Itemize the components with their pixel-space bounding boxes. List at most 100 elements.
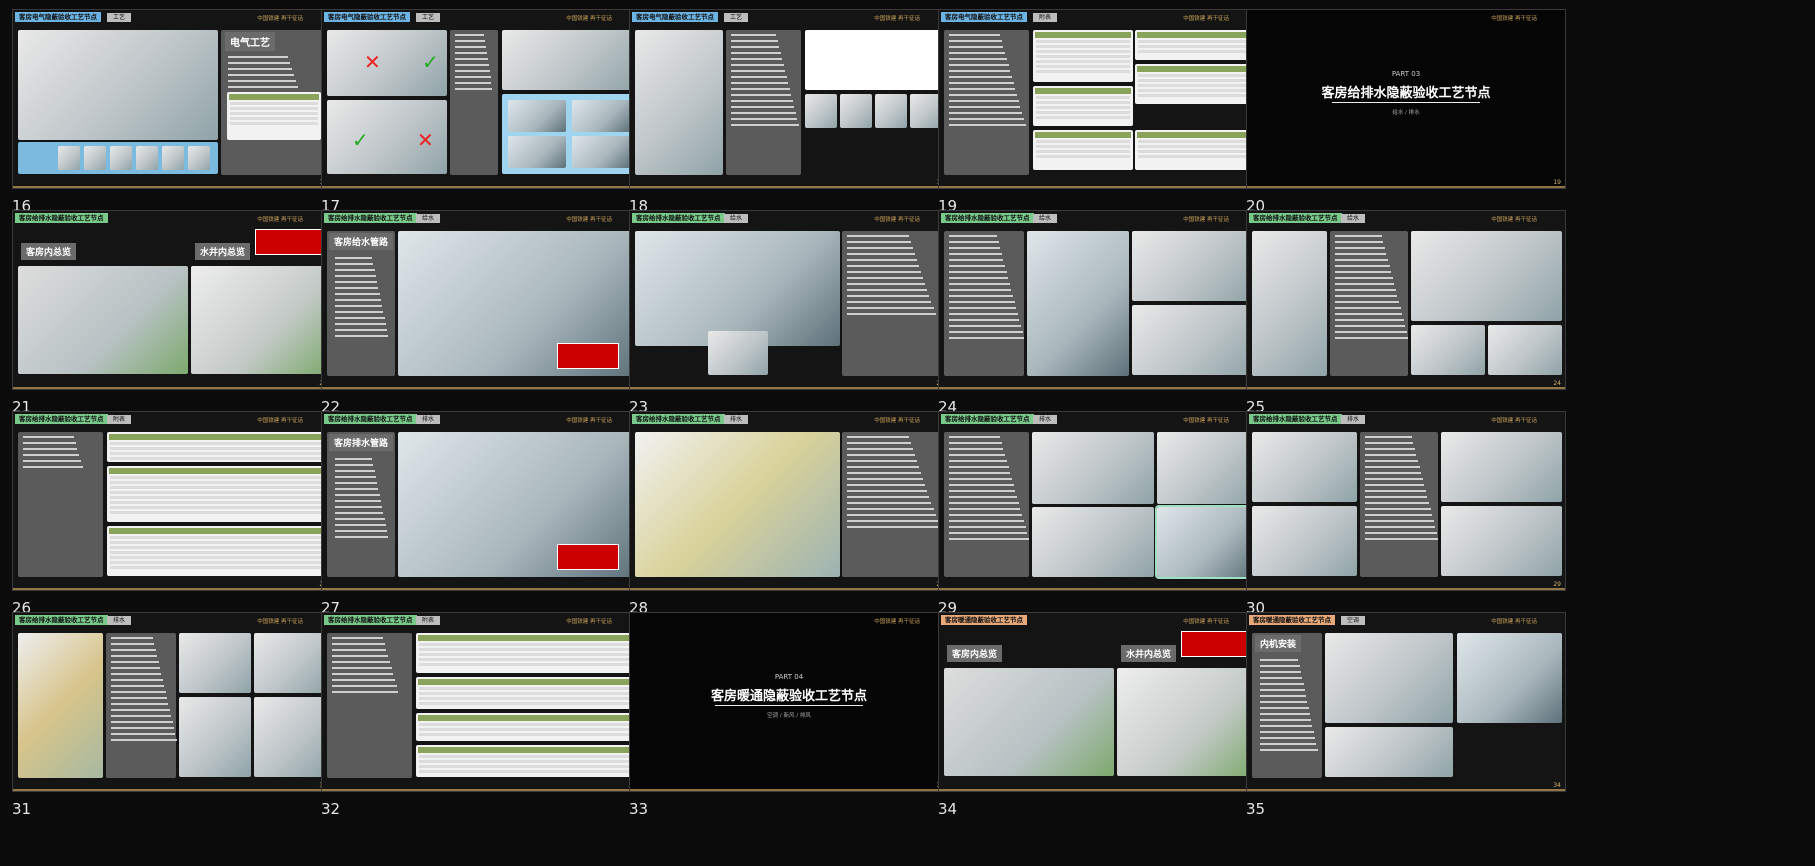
clip-thumb: [572, 100, 630, 132]
slide-thumbnail[interactable]: 客房给排水隐蔽验收工艺节点给水中国铁建 再干征话2324: [938, 210, 1260, 416]
description-panel: [842, 231, 945, 376]
slide-preview[interactable]: 中国铁建 再干征话 19 PART 03 客房给排水隐蔽验收工艺节点 给水 / 排水: [1246, 9, 1566, 189]
slide-thumbnail[interactable]: 中国铁建 再干征话 19 PART 03 客房给排水隐蔽验收工艺节点 给水 / 排水 20: [1246, 9, 1568, 215]
slide-thumbnail[interactable]: 客房电气隐蔽验收工艺节点工艺中国铁建 再干征话16✕✓✓✕17: [321, 9, 643, 215]
slide-thumbnail[interactable]: 客房电气隐蔽验收工艺节点工艺中国铁建 再干征话1718: [629, 9, 951, 215]
brand-text: 中国铁建 再干征话: [566, 16, 612, 22]
slide-thumbnail[interactable]: 客房暖通隐蔽验收工艺节点中国铁建 再干征话33客房内总览水井内总览 34: [938, 612, 1260, 818]
slide-tag: 给水: [724, 214, 749, 223]
shaft-image: [1027, 231, 1129, 376]
slide-title: 客房电气隐蔽验收工艺节点: [324, 12, 410, 22]
pipe-image: [1411, 325, 1485, 375]
slide-tag: 给水: [1341, 214, 1366, 223]
slide-preview[interactable]: 客房给排水隐蔽验收工艺节点给水中国铁建 再干征话21客房给水管路: [321, 210, 641, 390]
table-f: [1135, 130, 1253, 170]
slide-preview[interactable]: 客房给排水隐蔽验收工艺节点排水中国铁建 再干征话27: [629, 411, 949, 591]
fitting-thumb: [84, 146, 106, 170]
description-panel: [106, 633, 177, 778]
slide-preview[interactable]: 客房给排水隐蔽验收工艺节点 给水 中国铁建 再干征话 24: [1246, 210, 1566, 390]
slide-preview[interactable]: 客房给排水隐蔽验收工艺节点附表中国铁建 再干征话31: [321, 612, 641, 792]
slide-preview[interactable]: 客房给排水隐蔽验收工艺节点 排水 中国铁建 再干征话 29: [1246, 411, 1566, 591]
slide-preview[interactable]: 客房电气隐蔽验收工艺节点工艺中国铁建 再干征话16✕✓✓✕: [321, 9, 641, 189]
text-lines: [1255, 655, 1319, 773]
slide-thumbnail[interactable]: 客房给排水隐蔽验收工艺节点排水中国铁建 再干征话3031: [12, 612, 334, 818]
insulation-image: [1032, 507, 1154, 577]
slide-thumbnail[interactable]: 客房给排水隐蔽验收工艺节点排水中国铁建 再干征话2728: [629, 411, 951, 617]
table-d: [416, 745, 636, 777]
warning-note: [1181, 631, 1253, 657]
slide-thumbnail[interactable]: 客房给排水隐蔽验收工艺节点 排水 中国铁建 再干征话 29 30: [1246, 411, 1568, 617]
cross-icon: ✕: [417, 128, 434, 152]
slide-thumbnail[interactable]: 客房电气隐蔽验收工艺节点附表中国铁建 再干征话1819: [938, 9, 1260, 215]
fitting-thumb: [188, 146, 210, 170]
clip-thumb: [572, 136, 630, 168]
brand-text: 中国铁建 再干征话: [1491, 16, 1537, 22]
slide-preview[interactable]: 客房暖通隐蔽验收工艺节点 空调 中国铁建 再干征话 34 内机安装: [1246, 612, 1566, 792]
cover-subtitle: 给水 / 排水: [1392, 110, 1420, 116]
brand-text: 中国铁建 再干征话: [874, 418, 920, 424]
slide-thumbnail[interactable]: 客房电气隐蔽验收工艺节点工艺中国铁建 再干征话15电气工艺16: [12, 9, 334, 215]
slide-thumbnail[interactable]: 客房给排水隐蔽验收工艺节点排水中国铁建 再干征话26客房排水管路27: [321, 411, 643, 617]
drain-image: [1441, 506, 1562, 576]
slide-preview[interactable]: 客房给排水隐蔽验收工艺节点排水中国铁建 再干征话26客房排水管路: [321, 411, 641, 591]
clip-thumb: [508, 100, 566, 132]
description-panel: [1330, 231, 1409, 376]
slide-preview[interactable]: 客房电气隐蔽验收工艺节点工艺中国铁建 再干征话17: [629, 9, 949, 189]
slide-preview[interactable]: 客房给排水隐蔽验收工艺节点排水中国铁建 再干征话30: [12, 612, 332, 792]
slide-preview[interactable]: 客房给排水隐蔽验收工艺节点中国铁建 再干征话20客房内总览水井内总览: [12, 210, 332, 390]
slide-header: 客房电气隐蔽验收工艺节点 工艺 中国铁建 再干征话: [632, 12, 948, 24]
slide-title: 客房给排水隐蔽验收工艺节点: [632, 213, 725, 223]
description-panel: [327, 633, 412, 778]
room-overview-label: 客房内总览: [21, 243, 77, 260]
slide-preview[interactable]: 客房给排水隐蔽验收工艺节点附表中国铁建 再干征话25: [12, 411, 332, 591]
slide-thumbnail[interactable]: 客房给排水隐蔽验收工艺节点附表中国铁建 再干征话3132: [321, 612, 643, 818]
footer-rule: [13, 789, 331, 791]
insulation-detail: [1155, 505, 1256, 579]
slide-thumbnail[interactable]: 客房给排水隐蔽验收工艺节点给水中国铁建 再干征话21客房给水管路22: [321, 210, 643, 416]
description-panel: [842, 432, 945, 577]
brand-text: 中国铁建 再干征话: [566, 217, 612, 223]
table-b: [416, 677, 636, 709]
slide-title: 客房给排水隐蔽验收工艺节点: [15, 615, 108, 625]
slide-thumbnail[interactable]: 客房给排水隐蔽验收工艺节点附表中国铁建 再干征话2526: [12, 411, 334, 617]
slide-title: 客房给排水隐蔽验收工艺节点: [324, 414, 417, 424]
slide-thumbnail[interactable]: 客房给排水隐蔽验收工艺节点 给水 中国铁建 再干征话 24 25: [1246, 210, 1568, 416]
slide-preview[interactable]: 客房暖通隐蔽验收工艺节点中国铁建 再干征话33客房内总览水井内总览: [938, 612, 1258, 792]
slide-title: 客房给排水隐蔽验收工艺节点: [1249, 213, 1342, 223]
page-number: 24: [1553, 380, 1561, 387]
description-panel: [450, 30, 498, 175]
slide-thumbnail[interactable]: 客房给排水隐蔽验收工艺节点中国铁建 再干征话20客房内总览水井内总览21: [12, 210, 334, 416]
slide-preview[interactable]: 客房电气隐蔽验收工艺节点附表中国铁建 再干征话18: [938, 9, 1258, 189]
slide-thumbnail[interactable]: 客房给排水隐蔽验收工艺节点给水中国铁建 再干征话2223: [629, 210, 951, 416]
table-c: [107, 526, 327, 576]
slide-tag: 排水: [724, 415, 749, 424]
fitting-image: [1132, 231, 1254, 301]
footer-rule: [1247, 789, 1565, 791]
section-heading: 客房排水管路: [329, 434, 394, 451]
text-lines: [330, 454, 392, 564]
insulation-image: [1157, 432, 1254, 504]
brand-text: 中国铁建 再干征话: [1183, 16, 1229, 22]
cover-title: 客房暖通隐蔽验收工艺节点: [710, 689, 867, 704]
slide-preview[interactable]: 中国铁建 再干征话32PART 04客房暖通隐蔽验收工艺节点空调 / 新风 / …: [629, 612, 949, 792]
slide-preview[interactable]: 客房给排水隐蔽验收工艺节点给水中国铁建 再干征话22: [629, 210, 949, 390]
slide-preview[interactable]: 客房给排水隐蔽验收工艺节点给水中国铁建 再干征话23: [938, 210, 1258, 390]
slide-thumbnail[interactable]: 客房给排水隐蔽验收工艺节点排水中国铁建 再干征话2829: [938, 411, 1260, 617]
footer-rule: [322, 588, 640, 590]
fitting-image: [179, 633, 251, 693]
cover-title: 客房给排水隐蔽验收工艺节点: [1321, 86, 1491, 101]
slide-title: 客房给排水隐蔽验收工艺节点: [941, 414, 1034, 424]
fitting-image: [254, 633, 328, 693]
text-lines: [330, 253, 392, 363]
brand-text: 中国铁建 再干征话: [1491, 418, 1537, 424]
slide-number: 34: [938, 800, 958, 818]
footer-rule: [13, 387, 331, 389]
fitting-image: [1132, 305, 1254, 375]
slide-header: 客房给排水隐蔽验收工艺节点 排水 中国铁建 再干征话: [941, 414, 1257, 426]
slide-thumbnail[interactable]: 中国铁建 再干征话32PART 04客房暖通隐蔽验收工艺节点空调 / 新风 / …: [629, 612, 951, 818]
slide-preview[interactable]: 客房电气隐蔽验收工艺节点工艺中国铁建 再干征话15电气工艺: [12, 9, 332, 189]
slide-preview[interactable]: 客房给排水隐蔽验收工艺节点排水中国铁建 再干征话28: [938, 411, 1258, 591]
brand-text: 中国铁建 再干征话: [1183, 217, 1229, 223]
slide-thumbnail[interactable]: 客房暖通隐蔽验收工艺节点 空调 中国铁建 再干征话 34 内机安装 35: [1246, 612, 1568, 818]
footer-rule: [630, 588, 948, 590]
